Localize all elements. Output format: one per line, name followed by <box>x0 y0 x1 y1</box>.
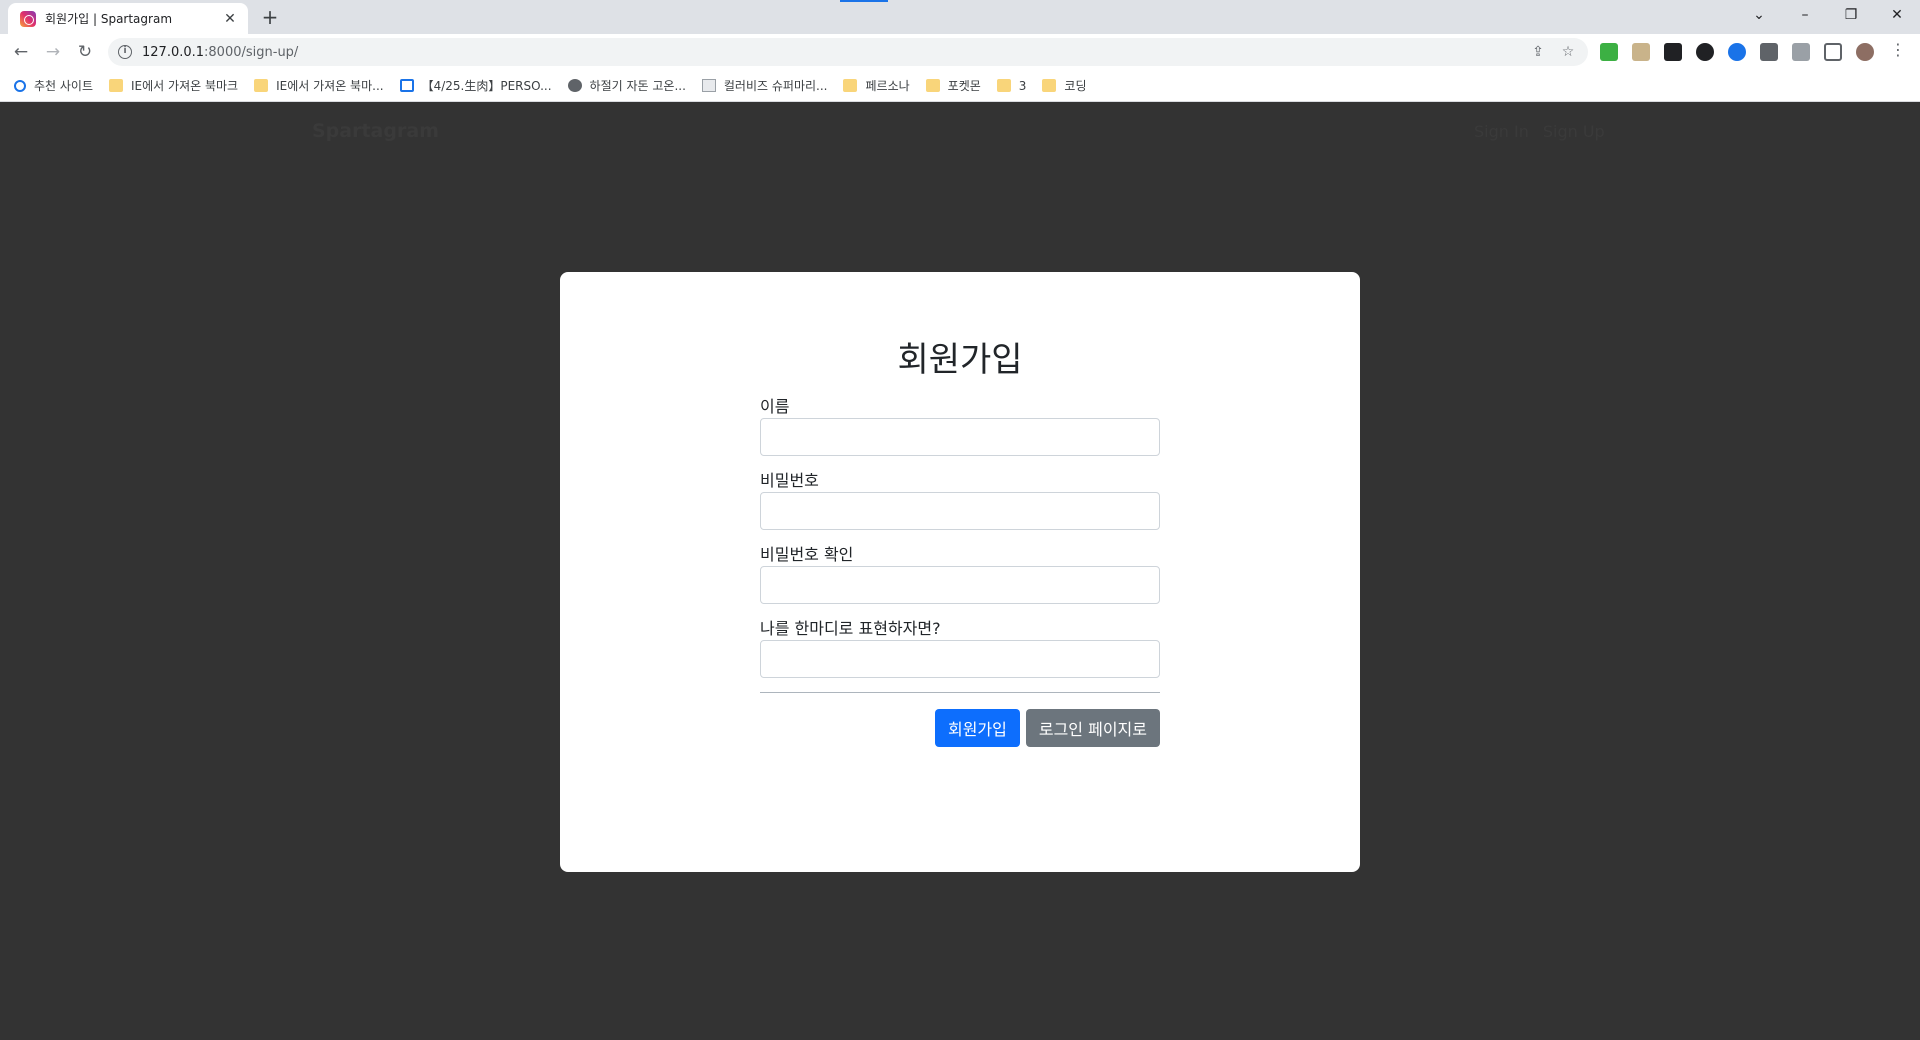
calendar-icon <box>399 79 414 92</box>
site-info-icon[interactable]: i <box>118 45 132 59</box>
form-actions: 회원가입 로그인 페이지로 <box>760 709 1160 747</box>
bookmark-item[interactable]: IE에서 가져온 북마크 <box>109 77 238 94</box>
close-tab-icon[interactable]: ✕ <box>222 11 238 27</box>
bio-label: 나를 한마디로 표현하자면? <box>760 619 941 638</box>
close-window-button[interactable]: ✕ <box>1874 0 1920 30</box>
name-input[interactable] <box>760 418 1160 456</box>
bookmarks-bar: 추천 사이트 IE에서 가져온 북마크 IE에서 가져온 북마... 【4/25… <box>0 70 1920 102</box>
password-confirm-input[interactable] <box>760 566 1160 604</box>
folder-icon <box>109 79 124 92</box>
password-label: 비밀번호 <box>760 471 819 490</box>
side-panel-icon[interactable] <box>1824 43 1842 61</box>
bookmark-item[interactable]: 추천 사이트 <box>14 77 93 94</box>
extension-image-icon[interactable] <box>1632 43 1650 61</box>
tab-title: 회원가입 | Spartagram <box>45 12 173 26</box>
bookmark-item[interactable]: 포켓몬 <box>925 77 981 94</box>
extension-black-icon[interactable] <box>1664 43 1682 61</box>
extension-dark-icon[interactable] <box>1696 43 1714 61</box>
reload-button[interactable]: ↻ <box>72 39 98 65</box>
password-confirm-label: 비밀번호 확인 <box>760 545 854 564</box>
new-tab-button[interactable]: + <box>258 6 282 30</box>
folder-icon <box>1042 79 1057 92</box>
bookmark-item[interactable]: 3 <box>996 79 1026 93</box>
menu-kebab-icon[interactable]: ⋮ <box>1890 40 1906 59</box>
share-icon[interactable]: ⇪ <box>1526 38 1550 66</box>
bookmark-item[interactable]: 페르소나 <box>843 77 910 94</box>
tab-strip: 회원가입 | Spartagram ✕ + ⌄ – ❐ ✕ <box>0 0 1920 34</box>
back-button[interactable]: ← <box>8 39 34 65</box>
browser-tab[interactable]: 회원가입 | Spartagram ✕ <box>8 3 248 34</box>
globe-icon <box>567 79 582 92</box>
bookmark-item[interactable]: IE에서 가져온 북마... <box>254 77 384 94</box>
minimize-button[interactable]: – <box>1782 0 1828 30</box>
reading-list-icon[interactable] <box>1792 43 1810 61</box>
bookmark-star-icon[interactable]: ☆ <box>1556 38 1580 66</box>
bookmark-item[interactable]: 코딩 <box>1042 77 1087 94</box>
search-icon <box>14 79 26 92</box>
bookmark-item[interactable]: 하절기 자돈 고온... <box>567 77 686 94</box>
name-label: 이름 <box>760 397 790 416</box>
bookmark-item[interactable]: 【4/25.生肉】PERSO... <box>399 77 552 94</box>
signup-modal: 회원가입 이름 비밀번호 비밀번호 확인 나를 한마디로 표현하자면? 회원가입… <box>560 272 1360 872</box>
browser-toolbar: ← → ↻ i 127.0.0.1:8000/sign-up/ ⇪ ☆ ⋮ <box>0 34 1920 70</box>
sign-up-link[interactable]: Sign Up <box>1543 122 1605 141</box>
signup-submit-button[interactable]: 회원가입 <box>934 709 1020 747</box>
folder-icon <box>925 79 940 92</box>
address-bar[interactable]: i 127.0.0.1:8000/sign-up/ ⇪ ☆ <box>108 38 1588 66</box>
tab-search-icon[interactable]: ⌄ <box>1736 0 1782 30</box>
site-nav: Sign In Sign Up <box>1474 122 1605 141</box>
extension-blue-icon[interactable] <box>1728 43 1746 61</box>
page-backdrop: Spartagram Sign In Sign Up 회원가입 이름 비밀번호 … <box>0 102 1920 1040</box>
password-input[interactable] <box>760 492 1160 530</box>
page-title: 회원가입 <box>897 340 1023 380</box>
instagram-favicon-icon <box>20 10 36 27</box>
bookmark-item[interactable]: 컬러비즈 슈퍼마리... <box>701 77 827 94</box>
restore-button[interactable]: ❐ <box>1828 0 1874 30</box>
form-divider <box>760 692 1160 693</box>
profile-avatar-icon[interactable] <box>1856 43 1874 61</box>
extensions-puzzle-icon[interactable] <box>1760 43 1778 61</box>
folder-icon <box>996 79 1011 92</box>
signup-form: 이름 비밀번호 비밀번호 확인 나를 한마디로 표현하자면? 회원가입 로그인 … <box>760 396 1160 747</box>
bio-input[interactable] <box>760 640 1160 678</box>
folder-icon <box>254 79 269 92</box>
site-brand[interactable]: Spartagram <box>312 120 439 142</box>
sign-in-link[interactable]: Sign In <box>1474 122 1529 141</box>
folder-icon <box>843 79 858 92</box>
broken-image-icon <box>701 79 716 92</box>
extension-green-icon[interactable] <box>1600 43 1618 61</box>
go-to-login-button[interactable]: 로그인 페이지로 <box>1025 709 1160 747</box>
loading-indicator <box>840 0 888 2</box>
forward-button[interactable]: → <box>40 39 66 65</box>
url-text[interactable]: 127.0.0.1:8000/sign-up/ <box>142 45 298 60</box>
